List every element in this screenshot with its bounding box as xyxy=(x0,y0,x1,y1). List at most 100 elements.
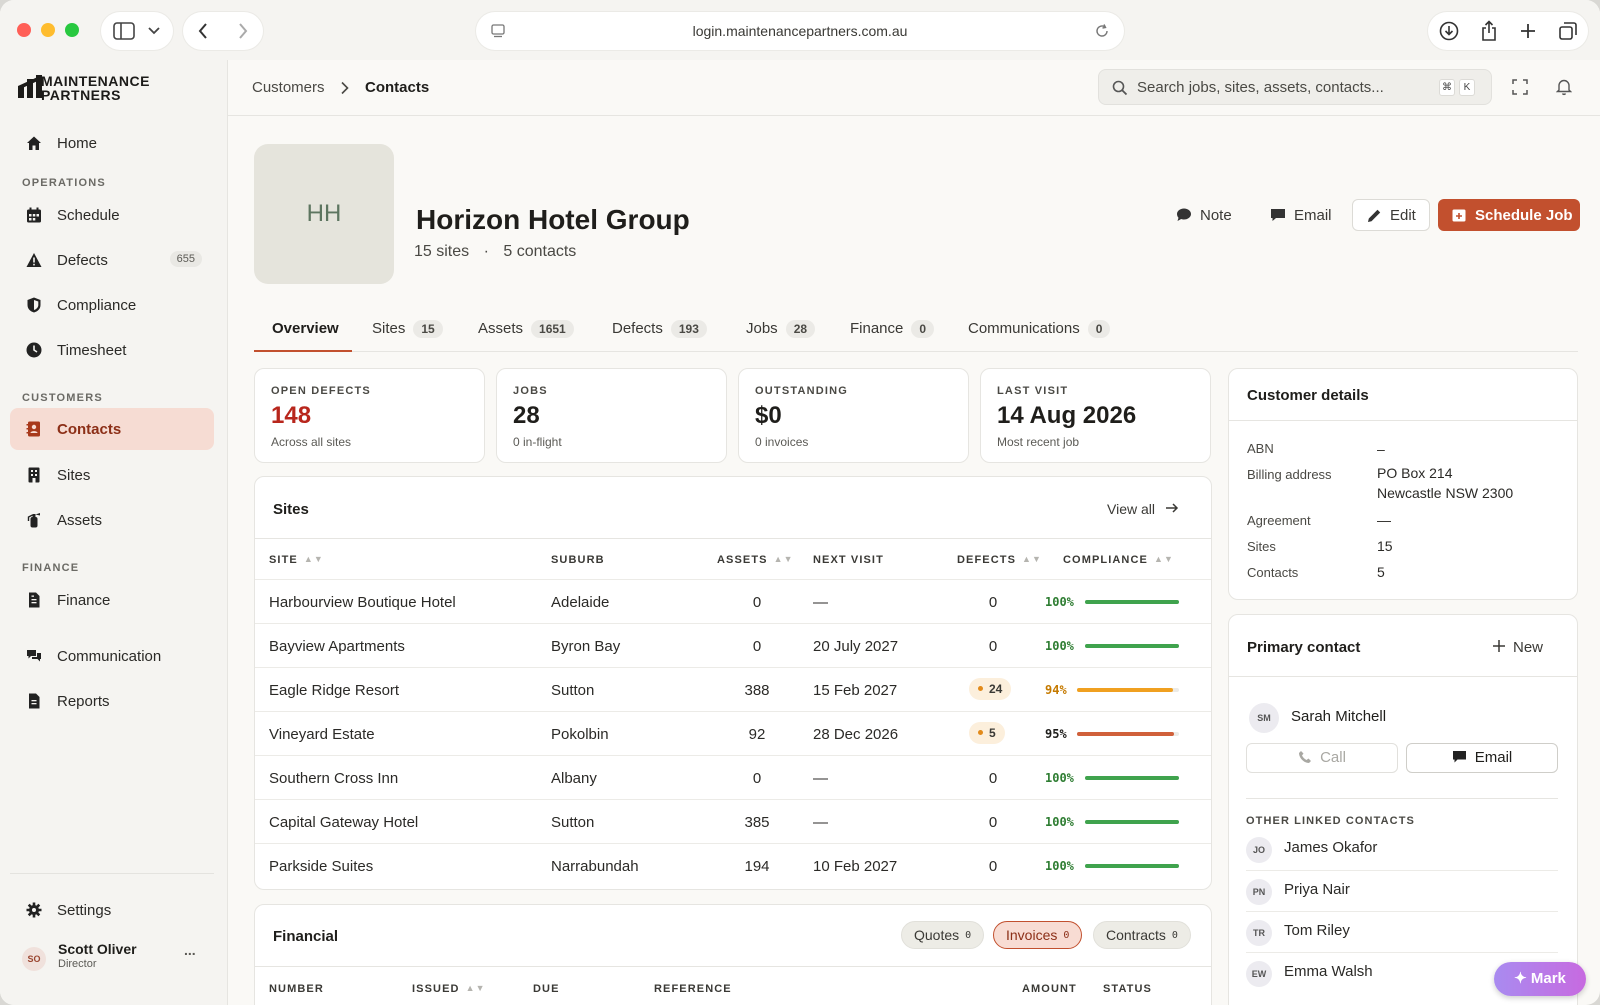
table-row[interactable]: Southern Cross Inn Albany 0 — 0 100% xyxy=(255,755,1211,799)
sidebar-item-timesheet[interactable]: Timesheet xyxy=(10,329,214,371)
tab-overview[interactable]: Overview xyxy=(254,320,352,352)
table-row[interactable]: Bayview Apartments Byron Bay 0 20 July 2027… xyxy=(255,623,1211,667)
compliance-bar-fill xyxy=(1085,644,1179,648)
table-row[interactable]: Vineyard Estate Pokolbin 92 28 Dec 2026 5 95% xyxy=(255,711,1211,755)
sidebar-item-contacts[interactable]: Contacts xyxy=(10,408,214,450)
column-header-assets[interactable]: ASSETS ▲▼ xyxy=(717,554,794,566)
tab-count: 1651 xyxy=(531,320,574,338)
primary-email-button[interactable]: Email xyxy=(1406,743,1558,773)
brand-name-line2: PARTNERS xyxy=(41,87,121,103)
tabs-overview-icon[interactable] xyxy=(1558,21,1578,41)
note-button[interactable]: Note xyxy=(1176,199,1242,231)
site-name[interactable]: Capital Gateway Hotel xyxy=(269,814,418,831)
sidebar-item-sites[interactable]: Sites xyxy=(10,454,214,496)
column-header-issued[interactable]: ISSUED ▲▼ xyxy=(412,983,486,995)
chip-invoices[interactable]: Invoices 0 xyxy=(993,921,1083,949)
chip-label: Quotes xyxy=(914,927,960,943)
bell-icon[interactable] xyxy=(1556,78,1572,96)
sidebar-item-finance[interactable]: Finance xyxy=(10,579,214,621)
schedule-job-button[interactable]: Schedule Job xyxy=(1438,199,1580,231)
tab-label: Finance xyxy=(850,320,904,337)
back-icon[interactable] xyxy=(197,22,209,40)
sidebar-item-compliance[interactable]: Compliance xyxy=(10,284,214,326)
column-header-compliance[interactable]: COMPLIANCE ▲▼ xyxy=(1063,554,1174,566)
table-row[interactable]: Parkside Suites Narrabundah 194 10 Feb 2027… xyxy=(255,843,1211,887)
compliance-percent: 100% xyxy=(1045,595,1074,609)
tab-finance[interactable]: Finance 0 xyxy=(850,320,935,352)
section-finance: FINANCE xyxy=(22,562,80,574)
defects-badge[interactable]: 24 xyxy=(969,678,1012,700)
sidebar-toggle-button[interactable] xyxy=(101,12,173,50)
chip-contracts[interactable]: Contracts 0 xyxy=(1093,921,1191,949)
edit-button[interactable]: Edit xyxy=(1352,199,1430,231)
user-avatar[interactable]: SO xyxy=(22,947,46,971)
column-header-suburb: SUBURB xyxy=(551,554,605,566)
browser-actions xyxy=(1428,12,1588,50)
contact-name: Emma Walsh xyxy=(1284,963,1373,980)
share-icon[interactable] xyxy=(1480,20,1498,42)
tab-communications[interactable]: Communications 0 xyxy=(968,320,1111,352)
list-item[interactable]: PN Priya Nair xyxy=(1246,870,1558,912)
forward-icon[interactable] xyxy=(237,22,249,40)
address-bar[interactable]: login.maintenancepartners.com.au xyxy=(476,12,1124,50)
compliance-bar-fill xyxy=(1085,776,1179,780)
fullscreen-icon[interactable] xyxy=(1512,79,1528,95)
tab-jobs[interactable]: Jobs 28 xyxy=(746,320,816,352)
table-row[interactable]: Eagle Ridge Resort Sutton 388 15 Feb 2027 24… xyxy=(255,667,1211,711)
list-item[interactable]: JO James Okafor xyxy=(1246,829,1558,871)
tab-assets[interactable]: Assets 1651 xyxy=(478,320,574,352)
site-name[interactable]: Parkside Suites xyxy=(269,858,373,875)
email-label: Email xyxy=(1294,206,1332,224)
tab-defects[interactable]: Defects 193 xyxy=(612,320,707,352)
table-row[interactable]: Capital Gateway Hotel Sutton 385 — 0 100% xyxy=(255,799,1211,843)
defects-badge[interactable]: 5 xyxy=(969,722,1005,744)
card-divider xyxy=(1246,798,1558,799)
reload-icon[interactable] xyxy=(1094,23,1110,39)
site-name[interactable]: Harbourview Boutique Hotel xyxy=(269,594,456,611)
download-icon[interactable] xyxy=(1439,21,1459,41)
sidebar-item-defects[interactable]: Defects 655 xyxy=(10,239,214,281)
new-contact-button[interactable]: New xyxy=(1493,639,1543,656)
sidebar-item-schedule[interactable]: Schedule xyxy=(10,194,214,236)
sidebar-item-settings[interactable]: Settings xyxy=(10,889,214,931)
breadcrumb-customers[interactable]: Customers xyxy=(252,79,325,96)
user-name: Scott Oliver xyxy=(58,941,137,957)
primary-contact-name[interactable]: Sarah Mitchell xyxy=(1291,708,1386,725)
email-button[interactable]: Email xyxy=(1270,199,1334,231)
column-header-defects[interactable]: DEFECTS ▲▼ xyxy=(957,554,1042,566)
table-row[interactable]: Harbourview Boutique Hotel Adelaide 0 — 0 100… xyxy=(255,579,1211,623)
view-all-link[interactable]: View all xyxy=(1107,501,1179,517)
building-icon xyxy=(28,467,40,483)
sidebar-item-assets[interactable]: Assets xyxy=(10,499,214,541)
home-icon xyxy=(27,136,41,150)
tab-sites[interactable]: Sites 15 xyxy=(372,320,443,352)
new-label: New xyxy=(1513,639,1544,656)
sidebar-item-label: Contacts xyxy=(57,421,122,438)
chip-quotes[interactable]: Quotes 0 xyxy=(901,921,985,949)
user-menu-button[interactable]: ... xyxy=(184,942,196,958)
call-button[interactable]: Call xyxy=(1246,743,1398,773)
sidebar-item-home[interactable]: Home xyxy=(10,122,214,164)
site-name[interactable]: Bayview Apartments xyxy=(269,638,405,655)
compliance-bar xyxy=(1077,732,1179,736)
email-label: Email xyxy=(1474,749,1513,766)
site-name[interactable]: Vineyard Estate xyxy=(269,726,375,743)
search-input[interactable]: Search jobs, sites, assets, contacts... … xyxy=(1098,69,1492,105)
compliance-bar-fill xyxy=(1077,688,1173,692)
tab-count: 0 xyxy=(911,320,935,338)
site-name[interactable]: Eagle Ridge Resort xyxy=(269,682,399,699)
sidebar-item-reports[interactable]: Reports xyxy=(10,680,214,722)
list-item[interactable]: TR Tom Riley xyxy=(1246,911,1558,953)
customer-details-title: Customer details xyxy=(1247,387,1369,404)
sidebar-item-communication[interactable]: Communication xyxy=(10,635,214,677)
new-tab-icon[interactable] xyxy=(1519,22,1537,40)
site-name[interactable]: Southern Cross Inn xyxy=(269,770,398,787)
minimize-window-button[interactable] xyxy=(41,23,55,37)
mark-button[interactable]: ✦ Mark xyxy=(1494,962,1586,996)
defects-count: 5 xyxy=(989,726,996,740)
section-operations: OPERATIONS xyxy=(22,177,106,189)
close-window-button[interactable] xyxy=(17,23,31,37)
column-header-site[interactable]: SITE ▲▼ xyxy=(269,554,324,566)
document-icon xyxy=(29,693,40,709)
zoom-window-button[interactable] xyxy=(65,23,79,37)
